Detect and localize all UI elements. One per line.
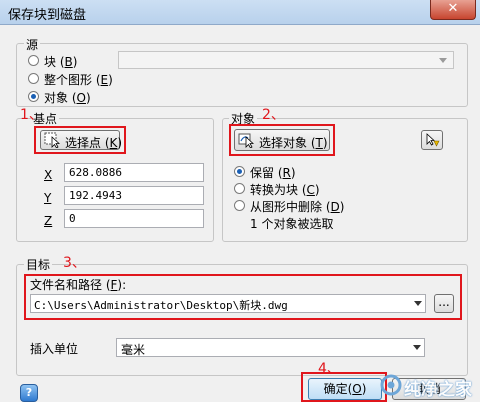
ok-label: 确定 (323, 382, 348, 396)
hotkey: D (330, 200, 340, 214)
watermark-logo-icon (380, 374, 402, 396)
x-coordinate-input[interactable]: 628.0886 (64, 163, 204, 182)
chevron-down-icon (413, 345, 421, 350)
z-value: 0 (69, 212, 76, 225)
radio-indicator (234, 200, 245, 211)
target-legend: 目标 (24, 256, 53, 273)
pick-point-button[interactable]: 选择点 (K) (40, 130, 122, 150)
pick-point-icon (44, 132, 61, 148)
block-name-select[interactable] (118, 51, 454, 69)
hotkey: R (282, 166, 291, 180)
annotation-step-1: 1、 (20, 107, 43, 123)
watermark: 纯净之家 (380, 372, 480, 402)
radio-objects-label: 对象 (44, 91, 69, 105)
quick-select-button[interactable] (421, 130, 443, 150)
hotkey: F (110, 278, 118, 292)
radio-indicator-selected (28, 91, 39, 102)
source-legend: 源 (24, 36, 41, 53)
hotkey: C (306, 183, 315, 197)
radio-convert-label: 转换为块 (250, 183, 299, 197)
file-path-label: 文件名和路径 (30, 278, 103, 292)
insert-units-label: 插入单位 (30, 342, 79, 356)
help-button[interactable]: ? (20, 384, 38, 402)
annotation-step-3: 3、 (63, 255, 86, 271)
select-objects-button[interactable]: 选择对象 (T) (234, 129, 330, 151)
z-label: Z (44, 214, 53, 228)
browse-button[interactable]: ... (434, 294, 454, 313)
hotkey: B (64, 55, 73, 69)
help-icon: ? (25, 386, 33, 399)
browse-label: ... (438, 295, 450, 309)
insert-units-value: 毫米 (121, 343, 146, 357)
title-bar: 保存块到磁盘 ✕ (0, 0, 480, 25)
close-button[interactable]: ✕ (430, 0, 476, 20)
y-value: 192.4943 (69, 189, 122, 202)
radio-indicator (28, 73, 39, 84)
hotkey: T (315, 136, 323, 150)
radio-entire-drawing-label: 整个图形 (44, 73, 93, 87)
y-coordinate-input[interactable]: 192.4943 (64, 186, 204, 205)
file-path-value: C:\Users\Administrator\Desktop\新块.dwg (34, 299, 288, 312)
watermark-text: 纯净之家 (404, 380, 472, 400)
chevron-down-icon (439, 58, 447, 63)
chevron-down-icon (414, 301, 422, 306)
z-coordinate-input[interactable]: 0 (64, 209, 204, 228)
insert-units-select[interactable]: 毫米 (116, 338, 425, 357)
radio-indicator (234, 183, 245, 194)
radio-retain-label: 保留 (250, 166, 275, 180)
hotkey: O (352, 382, 362, 396)
radio-indicator (28, 55, 39, 66)
pick-point-label: 选择点 (65, 136, 102, 150)
radio-indicator-selected (234, 166, 245, 177)
hotkey: E (100, 73, 109, 87)
hotkey: K (109, 136, 118, 150)
hotkey: O (76, 91, 86, 105)
radio-delete-label: 从图形中删除 (250, 200, 323, 214)
radio-block-label: 块 (44, 55, 57, 69)
ok-button[interactable]: 确定(O) (308, 378, 382, 400)
file-path-combobox[interactable]: C:\Users\Administrator\Desktop\新块.dwg (30, 294, 426, 313)
close-icon: ✕ (447, 1, 459, 16)
selection-status: 1 个对象被选取 (250, 217, 334, 231)
select-objects-label: 选择对象 (259, 136, 308, 150)
select-objects-icon (238, 133, 255, 148)
y-label: Y (44, 191, 52, 205)
annotation-step-2: 2、 (262, 107, 285, 123)
x-value: 628.0886 (69, 166, 122, 179)
x-label: X (44, 168, 53, 182)
quick-select-icon (426, 133, 440, 147)
window-title: 保存块到磁盘 (8, 8, 87, 23)
